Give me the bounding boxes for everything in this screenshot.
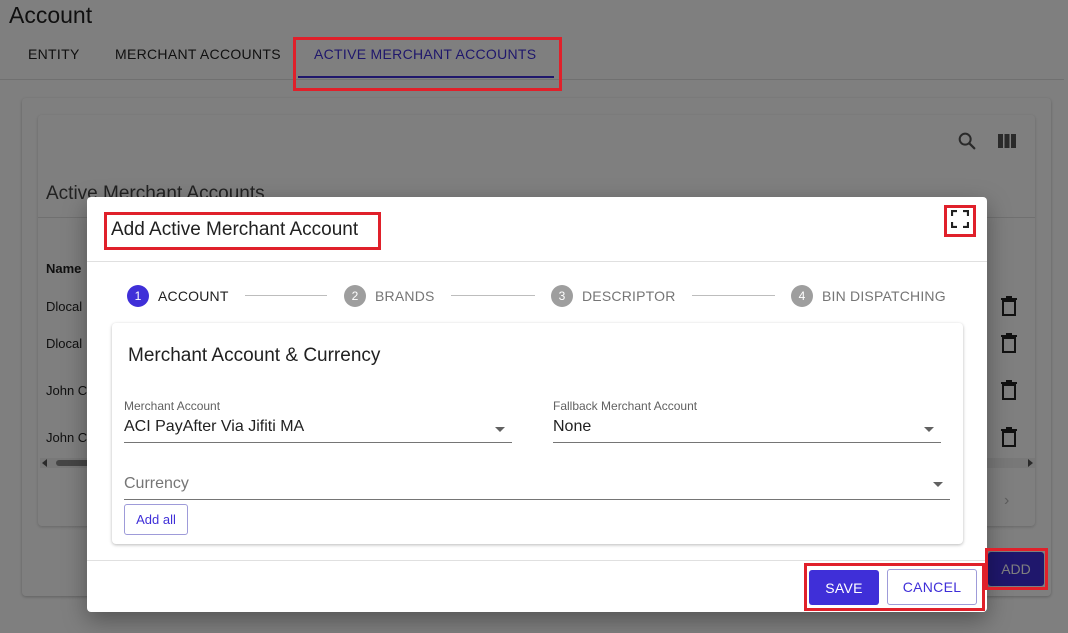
fullscreen-icon[interactable] — [951, 210, 969, 228]
merchant-account-select[interactable]: Merchant Account ACI PayAfter Via Jifiti… — [124, 399, 512, 443]
field-underline — [553, 442, 941, 443]
currency-select[interactable]: Currency — [124, 473, 950, 501]
add-all-button[interactable]: Add all — [124, 504, 188, 535]
cancel-button[interactable]: CANCEL — [887, 569, 977, 605]
merchant-account-currency-card: Merchant Account & Currency Merchant Acc… — [112, 323, 963, 544]
add-active-merchant-account-dialog: Add Active Merchant Account 1 ACCOUNT 2 … — [87, 197, 987, 612]
dialog-footer-divider — [87, 560, 987, 561]
chevron-down-icon — [495, 427, 505, 432]
step-descriptor[interactable]: 3 DESCRIPTOR — [551, 285, 676, 307]
currency-placeholder: Currency — [124, 475, 189, 492]
step-number: 3 — [551, 285, 573, 307]
step-number: 4 — [791, 285, 813, 307]
field-underline — [124, 442, 512, 443]
fallback-merchant-account-select[interactable]: Fallback Merchant Account None — [553, 399, 941, 443]
save-button[interactable]: SAVE — [809, 570, 879, 605]
field-underline — [124, 499, 950, 500]
fallback-merchant-account-label: Fallback Merchant Account — [553, 399, 698, 413]
step-account[interactable]: 1 ACCOUNT — [127, 285, 229, 307]
step-number: 2 — [344, 285, 366, 307]
section-title: Merchant Account & Currency — [128, 345, 381, 366]
chevron-down-icon — [933, 482, 943, 487]
step-bin-dispatching[interactable]: 4 BIN DISPATCHING — [791, 285, 946, 307]
merchant-account-value: ACI PayAfter Via Jifiti MA — [124, 418, 305, 435]
step-brands[interactable]: 2 BRANDS — [344, 285, 435, 307]
step-label: BIN DISPATCHING — [822, 288, 946, 304]
step-label: DESCRIPTOR — [582, 288, 676, 304]
step-connector — [451, 295, 535, 296]
step-label: ACCOUNT — [158, 288, 229, 304]
dialog-title: Add Active Merchant Account — [111, 219, 359, 240]
dialog-header-divider — [87, 261, 987, 262]
step-number: 1 — [127, 285, 149, 307]
step-connector — [245, 295, 327, 296]
fallback-merchant-account-value: None — [553, 418, 592, 435]
step-label: BRANDS — [375, 288, 435, 304]
step-connector — [692, 295, 775, 296]
chevron-down-icon — [924, 427, 934, 432]
merchant-account-label: Merchant Account — [124, 399, 221, 413]
